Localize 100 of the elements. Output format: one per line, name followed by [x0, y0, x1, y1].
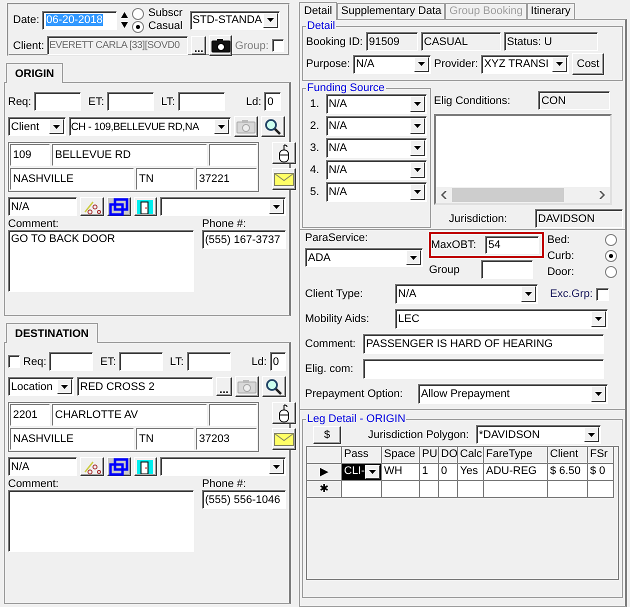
dropdown-button[interactable] [57, 379, 72, 394]
section-tab[interactable]: DESTINATION [6, 323, 98, 343]
dropdown-button[interactable] [269, 199, 284, 214]
windows-button[interactable] [106, 457, 131, 476]
client-field[interactable]: EVERETT CARLA [33][SOVD0 [47, 36, 188, 55]
camera-button[interactable] [234, 116, 258, 137]
provider-dropdown[interactable]: XYZ TRANSI [481, 54, 570, 74]
dropdown-button[interactable] [49, 119, 64, 134]
dropdown-button[interactable] [410, 96, 425, 112]
req-time-field[interactable] [49, 352, 94, 371]
comment-field[interactable]: PASSENGER IS HARD OF HEARING [363, 334, 604, 354]
req-checkbox[interactable] [8, 355, 20, 368]
dropdown-button[interactable] [410, 118, 425, 134]
phone-field[interactable]: (555) 167-3737 [202, 230, 286, 249]
source-dropdown[interactable]: Client [8, 117, 66, 136]
column-header[interactable]: DO [439, 447, 458, 464]
map-button[interactable] [80, 457, 104, 476]
radio-button[interactable] [605, 266, 618, 278]
zip-field[interactable]: 37221 [196, 168, 257, 190]
dropdown-button[interactable] [584, 427, 599, 442]
state-field[interactable]: TN [136, 168, 194, 190]
browse-button[interactable]: ... [191, 36, 206, 55]
elig-comment-field[interactable] [363, 359, 604, 379]
dropdown-button[interactable] [414, 56, 430, 72]
funding-dropdown[interactable]: N/A [326, 116, 427, 136]
exc-grp-checkbox[interactable] [596, 288, 609, 300]
dropdown-button[interactable] [552, 56, 568, 72]
mouse-button[interactable] [272, 142, 296, 164]
req-time-field[interactable] [34, 92, 82, 111]
email-button[interactable] [272, 168, 296, 190]
dropdown-button[interactable] [410, 140, 425, 156]
zip-field[interactable]: 37203 [196, 428, 257, 450]
street-field[interactable]: BELLEVUE RD [52, 144, 207, 166]
comment-textarea[interactable]: GO TO BACK DOOR [8, 230, 194, 292]
phone-field[interactable]: (555) 556-1046 [202, 490, 286, 509]
funding-dropdown[interactable]: N/A [326, 94, 427, 114]
search-button[interactable] [261, 116, 285, 137]
street-field[interactable]: CHARLOTTE AV [52, 404, 207, 426]
dropdown-button[interactable] [262, 12, 278, 28]
column-header[interactable]: Space [382, 447, 420, 464]
unit-field[interactable] [209, 144, 257, 166]
group-checkbox[interactable] [272, 39, 284, 52]
dropdown-button[interactable] [214, 119, 229, 134]
radio-button[interactable] [605, 250, 618, 262]
windows-button[interactable] [106, 197, 131, 216]
source-dropdown[interactable]: Location [8, 377, 74, 396]
radio-button[interactable] [605, 234, 618, 246]
browse-button[interactable]: ... [216, 377, 232, 396]
unit-field[interactable] [209, 404, 257, 426]
dropdown-button[interactable] [591, 311, 606, 327]
comment-textarea[interactable] [8, 490, 194, 552]
option-dropdown[interactable] [160, 457, 286, 476]
dropdown-button[interactable] [591, 386, 606, 402]
lt-field[interactable] [178, 92, 226, 111]
prepayment-dropdown[interactable]: Allow Prepayment [418, 384, 608, 404]
mouse-button[interactable] [272, 402, 296, 424]
camera-button[interactable] [235, 376, 259, 397]
funding-dropdown[interactable]: N/A [326, 182, 427, 202]
ld-field[interactable]: 0 [264, 92, 282, 111]
dropdown-button[interactable] [410, 162, 425, 178]
maxobt-field[interactable]: 54 [485, 236, 540, 254]
mobility-aids-dropdown[interactable]: LEC [395, 309, 608, 329]
service-dropdown[interactable]: STD-STANDA [190, 10, 280, 30]
house-number-field[interactable]: 109 [10, 144, 50, 166]
section-tab[interactable]: ORIGIN [6, 63, 64, 83]
dropdown-button[interactable] [365, 465, 380, 479]
city-field[interactable]: NASHVILLE [10, 168, 134, 190]
client-type-dropdown[interactable]: N/A [395, 284, 538, 304]
pass-dropdown[interactable]: CLI- [342, 464, 382, 481]
column-header[interactable]: FSr [588, 447, 614, 464]
state-field[interactable]: TN [136, 428, 194, 450]
camera-button[interactable] [209, 35, 232, 56]
lt-field[interactable] [186, 352, 231, 371]
zone-field[interactable]: N/A [8, 457, 78, 476]
fare-button[interactable]: $ [313, 426, 341, 444]
et-field[interactable] [107, 92, 154, 111]
dropdown-button[interactable] [269, 459, 284, 474]
cost-button[interactable]: Cost [572, 53, 604, 75]
dropdown-button[interactable] [406, 250, 421, 265]
tab[interactable]: Supplementary Data [337, 3, 446, 19]
house-number-field[interactable]: 2201 [10, 404, 50, 426]
funding-dropdown[interactable]: N/A [326, 160, 427, 180]
row-indicator[interactable]: ▶ [307, 464, 342, 481]
column-header[interactable]: Pass [342, 447, 382, 464]
dropdown-button[interactable] [521, 286, 536, 302]
group-field[interactable] [480, 260, 533, 279]
tab[interactable]: Itinerary [526, 3, 575, 19]
purpose-dropdown[interactable]: N/A [353, 54, 432, 74]
ld-field[interactable]: 0 [270, 352, 286, 371]
et-field[interactable] [119, 352, 163, 371]
paraservice-dropdown[interactable]: ADA [305, 248, 423, 267]
new-row-indicator[interactable]: ✱ [307, 481, 342, 498]
polygon-dropdown[interactable]: *DAVIDSON [476, 425, 601, 444]
column-header[interactable]: Calc [458, 447, 484, 464]
scroll-right-icon[interactable] [598, 191, 606, 199]
radio-button[interactable] [132, 8, 144, 20]
column-header[interactable]: FareType [484, 447, 548, 464]
email-button[interactable] [272, 428, 296, 450]
location-field[interactable]: RED CROSS 2 [77, 377, 213, 396]
city-field[interactable]: NASHVILLE [10, 428, 134, 450]
